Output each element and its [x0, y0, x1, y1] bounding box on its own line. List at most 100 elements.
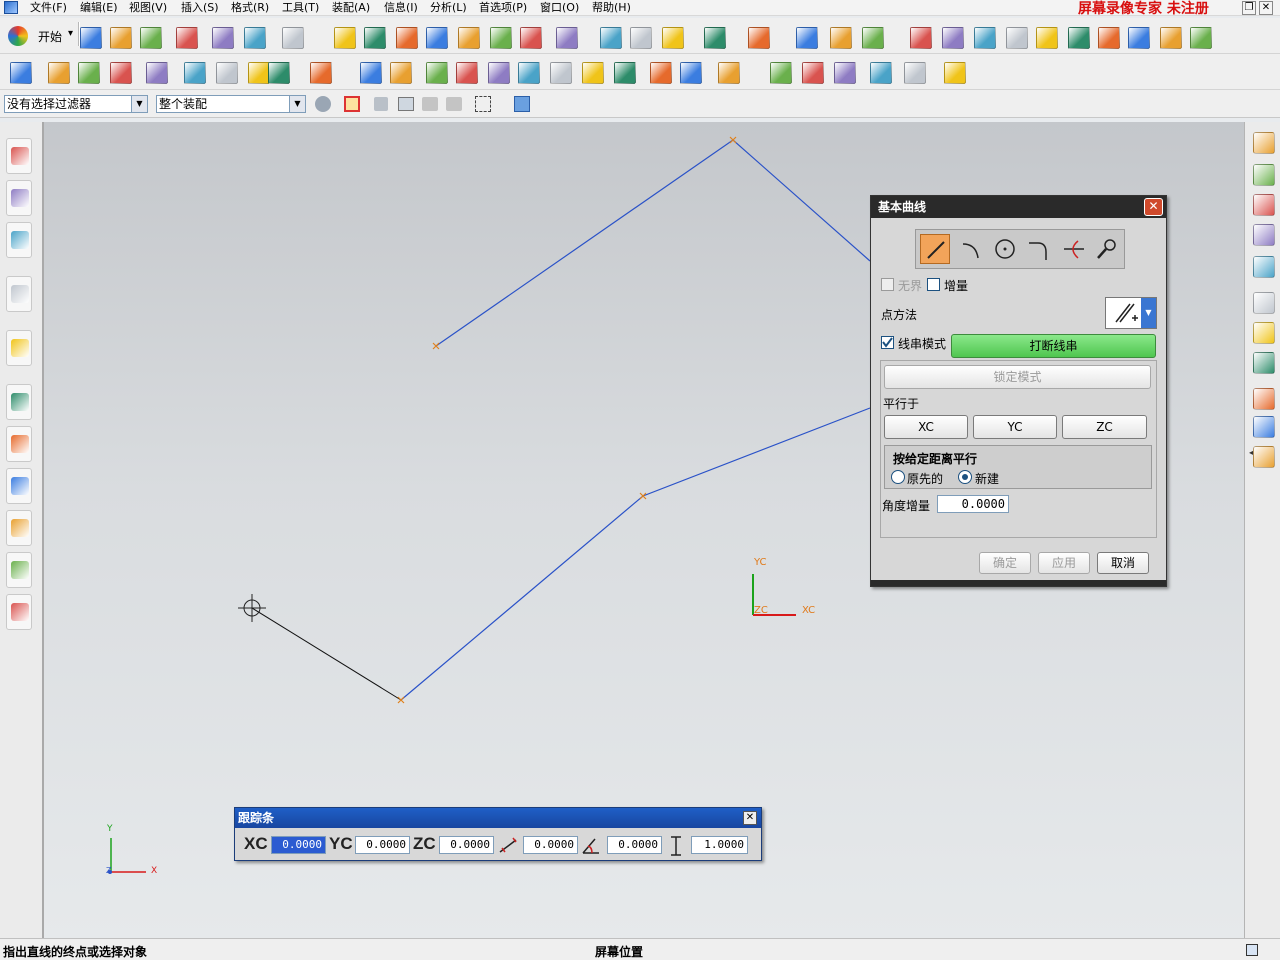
- zoom-window-icon[interactable]: [364, 27, 386, 49]
- fit-view-icon[interactable]: [334, 27, 356, 49]
- slot-icon[interactable]: [680, 62, 702, 84]
- menu-window[interactable]: 窗口(O): [540, 0, 579, 16]
- sketch-icon[interactable]: [268, 62, 290, 84]
- string-mode-checkbox[interactable]: [881, 336, 894, 349]
- groove-icon[interactable]: [718, 62, 740, 84]
- point-icon[interactable]: [910, 27, 932, 49]
- sew-icon[interactable]: [1253, 416, 1275, 438]
- pocket-icon[interactable]: [614, 62, 636, 84]
- history-icon[interactable]: [6, 330, 32, 366]
- cancel-button[interactable]: 取消: [1097, 552, 1149, 574]
- select-face-icon[interactable]: [446, 97, 462, 111]
- curve-segment-lower[interactable]: [400, 407, 871, 701]
- close-window-button[interactable]: ✕: [1259, 1, 1273, 15]
- basic-arc-icon[interactable]: [802, 62, 824, 84]
- edit-object-icon[interactable]: [282, 27, 304, 49]
- zoom-icon[interactable]: [396, 27, 418, 49]
- scope-combo[interactable]: 整个装配 ▼: [156, 95, 306, 113]
- datum-csys-icon[interactable]: [1036, 27, 1058, 49]
- yc-input[interactable]: 0.0000: [355, 836, 410, 854]
- menu-information[interactable]: 信息(I): [384, 0, 418, 16]
- face-extension-icon[interactable]: [1253, 322, 1275, 344]
- new-file-icon[interactable]: [80, 27, 102, 49]
- circle-icon[interactable]: [990, 234, 1020, 264]
- wcs-origin-icon[interactable]: [796, 27, 818, 49]
- save-icon[interactable]: [110, 27, 132, 49]
- angle-increment-input[interactable]: 0.0000: [937, 495, 1009, 513]
- orient-view-icon[interactable]: [520, 27, 542, 49]
- sphere-icon[interactable]: [456, 62, 478, 84]
- line-to-icon[interactable]: [1068, 27, 1090, 49]
- ok-button[interactable]: 确定: [979, 552, 1031, 574]
- delete-icon[interactable]: [176, 27, 198, 49]
- datum-axis-icon[interactable]: [1006, 27, 1028, 49]
- law-extension-icon[interactable]: [1253, 446, 1275, 468]
- bounded-plane-icon[interactable]: [1253, 256, 1275, 278]
- dialog-close-button[interactable]: ✕: [1144, 198, 1163, 216]
- layer-settings-icon[interactable]: [704, 27, 726, 49]
- edge-blend-icon[interactable]: [146, 62, 168, 84]
- undo-icon[interactable]: [212, 27, 234, 49]
- select-feature-icon[interactable]: [422, 97, 438, 111]
- basic-line-icon[interactable]: [770, 62, 792, 84]
- user-roles-icon[interactable]: [6, 552, 32, 588]
- swept-icon[interactable]: [1253, 194, 1275, 216]
- menu-preferences[interactable]: 首选项(P): [479, 0, 527, 16]
- rotate-icon[interactable]: [458, 27, 480, 49]
- internet-explorer-icon[interactable]: [6, 276, 32, 312]
- lock-mode-button[interactable]: 锁定模式: [884, 365, 1151, 389]
- open-icon[interactable]: [140, 27, 162, 49]
- angle-input[interactable]: 0.0000: [607, 836, 662, 854]
- color-box-icon[interactable]: [748, 27, 770, 49]
- sweep-icon[interactable]: [110, 62, 132, 84]
- parallel-yc-button[interactable]: YC: [973, 415, 1057, 439]
- offset-input[interactable]: 1.0000: [691, 836, 748, 854]
- line-icon[interactable]: [920, 234, 950, 264]
- hole-icon[interactable]: [550, 62, 572, 84]
- visualization-icon[interactable]: [6, 594, 32, 630]
- type-filter-combo[interactable]: 没有选择过滤器 ▼: [4, 95, 148, 113]
- collapse-arrow-icon[interactable]: ◂: [1249, 448, 1253, 457]
- offset-curve-icon[interactable]: [944, 62, 966, 84]
- trim-icon[interactable]: [1058, 234, 1088, 264]
- offset-face-icon[interactable]: [1253, 352, 1275, 374]
- menu-analysis[interactable]: 分析(L): [430, 0, 467, 16]
- tube-icon[interactable]: [488, 62, 510, 84]
- feature-op-icon[interactable]: [248, 62, 270, 84]
- menu-view[interactable]: 视图(V): [129, 0, 167, 16]
- fillet-icon[interactable]: [1024, 234, 1054, 264]
- spline-icon[interactable]: [1128, 27, 1150, 49]
- curve-offset-icon[interactable]: [1098, 27, 1120, 49]
- menu-file[interactable]: 文件(F): [30, 0, 67, 16]
- part-navigator-icon[interactable]: [6, 222, 32, 258]
- pan-icon[interactable]: [490, 27, 512, 49]
- radio-original[interactable]: [891, 470, 905, 484]
- face-ops-icon[interactable]: [518, 62, 540, 84]
- part-navigator-icon[interactable]: [10, 62, 32, 84]
- menu-edit[interactable]: 编辑(E): [80, 0, 118, 16]
- select-undo-icon[interactable]: [374, 97, 388, 111]
- shaded-cube-icon[interactable]: [556, 27, 578, 49]
- point-method-dropdown[interactable]: ▼: [1105, 297, 1157, 329]
- dynamic-section-icon[interactable]: [600, 27, 622, 49]
- filter-settings-icon[interactable]: [315, 96, 331, 112]
- menu-insert[interactable]: 插入(S): [181, 0, 219, 16]
- arc-icon[interactable]: [956, 234, 986, 264]
- menu-help[interactable]: 帮助(H): [592, 0, 631, 16]
- radio-new[interactable]: [958, 470, 972, 484]
- point-set-icon[interactable]: [942, 27, 964, 49]
- select-arrow-icon[interactable]: [1190, 27, 1212, 49]
- snap-point-icon[interactable]: [344, 96, 360, 112]
- show-hide-icon[interactable]: [1160, 27, 1182, 49]
- clock-icon[interactable]: [6, 384, 32, 420]
- process-tool-icon[interactable]: [6, 426, 32, 462]
- ruled-icon[interactable]: [1253, 292, 1275, 314]
- wcs-rotate-icon[interactable]: [830, 27, 852, 49]
- menu-tools[interactable]: 工具(T): [282, 0, 319, 16]
- basic-circle-icon[interactable]: [834, 62, 856, 84]
- menu-format[interactable]: 格式(R): [231, 0, 269, 16]
- unbounded-checkbox[interactable]: [881, 278, 894, 291]
- edge-display-icon[interactable]: [630, 27, 652, 49]
- surface-mesh-icon[interactable]: [1253, 164, 1275, 186]
- zoom-in-icon[interactable]: [426, 27, 448, 49]
